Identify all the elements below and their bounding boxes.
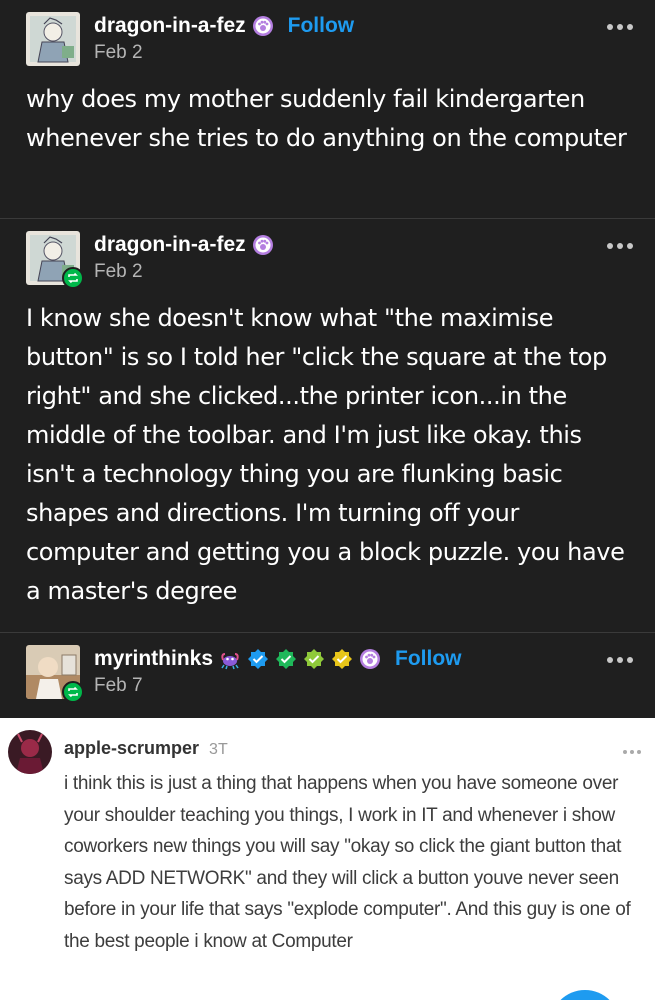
- more-options-icon[interactable]: [607, 24, 633, 30]
- comment-more-icon: [623, 750, 641, 754]
- comment-body: i think this is just a thing that happen…: [64, 773, 631, 952]
- more-options-icon[interactable]: [607, 657, 633, 663]
- reblog-icon: [62, 681, 84, 703]
- comment-time: 3T: [209, 741, 228, 758]
- post-header: myrinthinks Follow Feb 7: [0, 633, 655, 709]
- follow-button[interactable]: Follow: [395, 647, 462, 671]
- post-body: I know she doesn't know what "the maximi…: [26, 304, 625, 605]
- commenter-username: apple-scrumper: [64, 738, 200, 758]
- post-2: dragon-in-a-fez Feb 2 I know she doesn't…: [0, 218, 655, 632]
- verified-green-badge-icon: [275, 648, 297, 670]
- more-options-icon[interactable]: [607, 243, 633, 249]
- post-date[interactable]: Feb 2: [94, 42, 143, 64]
- follow-button[interactable]: Follow: [288, 14, 355, 38]
- commenter-avatar: [8, 730, 52, 774]
- post-username[interactable]: dragon-in-a-fez: [94, 233, 246, 257]
- post-date[interactable]: Feb 2: [94, 261, 143, 283]
- post-date[interactable]: Feb 7: [94, 675, 143, 697]
- avatar[interactable]: [26, 12, 80, 66]
- paw-badge-icon: [359, 648, 381, 670]
- verified-yellow-badge-icon: [331, 648, 353, 670]
- crab-badge-icon: [219, 648, 241, 670]
- post-1: dragon-in-a-fez Follow Feb 2 why does my…: [0, 0, 655, 218]
- post-3: myrinthinks Follow Feb 7: [0, 632, 655, 718]
- paw-badge-icon: [252, 234, 274, 256]
- reblog-icon: [62, 267, 84, 289]
- post-header: dragon-in-a-fez Feb 2: [0, 219, 655, 295]
- comment-screenshot: apple-scrumper 3T i think this is just a…: [0, 718, 655, 1000]
- post-username[interactable]: dragon-in-a-fez: [94, 14, 246, 38]
- post-username[interactable]: myrinthinks: [94, 647, 213, 671]
- paw-badge-icon: [252, 15, 274, 37]
- post-header: dragon-in-a-fez Follow Feb 2: [0, 0, 655, 76]
- verified-blue-badge-icon: [247, 648, 269, 670]
- verified-lime-badge-icon: [303, 648, 325, 670]
- post-body: why does my mother suddenly fail kinderg…: [26, 85, 627, 152]
